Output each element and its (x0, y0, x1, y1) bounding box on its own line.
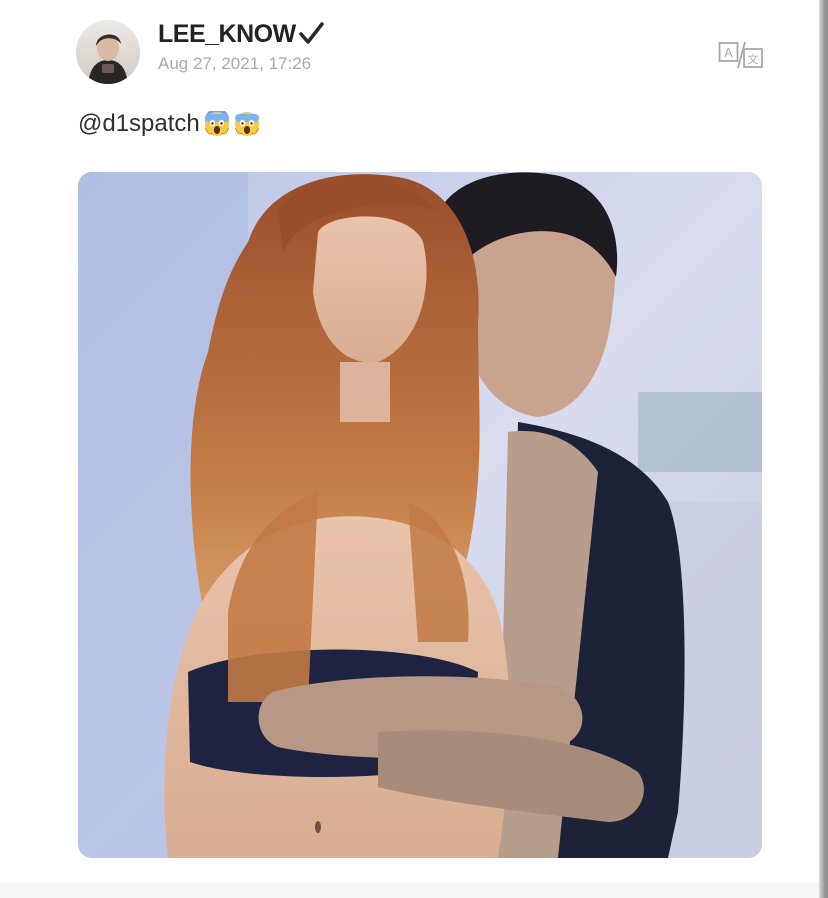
post-header: LEE_KNOW Aug 27, 2021, 17:26 A 文 (76, 18, 766, 88)
page-edge (819, 0, 828, 898)
footer-divider (0, 882, 819, 898)
post-page: LEE_KNOW Aug 27, 2021, 17:26 A 文 @d1spat… (0, 0, 828, 898)
user-info: LEE_KNOW Aug 27, 2021, 17:26 (158, 18, 324, 74)
translate-icon[interactable]: A 文 (718, 40, 764, 70)
avatar-image (76, 20, 140, 84)
photo-image (78, 172, 762, 858)
face-screaming-in-fear-emoji (204, 108, 230, 137)
checkmark-icon (298, 21, 324, 47)
profile-avatar[interactable] (76, 20, 140, 84)
face-screaming-in-fear-emoji (234, 111, 260, 137)
post-text: @d1spatch (78, 108, 260, 138)
username-row: LEE_KNOW (158, 18, 324, 50)
post-timestamp: Aug 27, 2021, 17:26 (158, 54, 312, 73)
svg-text:文: 文 (748, 52, 759, 66)
mention-link[interactable]: @d1spatch (78, 110, 200, 138)
username[interactable]: LEE_KNOW (158, 20, 296, 49)
svg-text:A: A (724, 46, 733, 60)
post-photo[interactable] (78, 172, 762, 858)
